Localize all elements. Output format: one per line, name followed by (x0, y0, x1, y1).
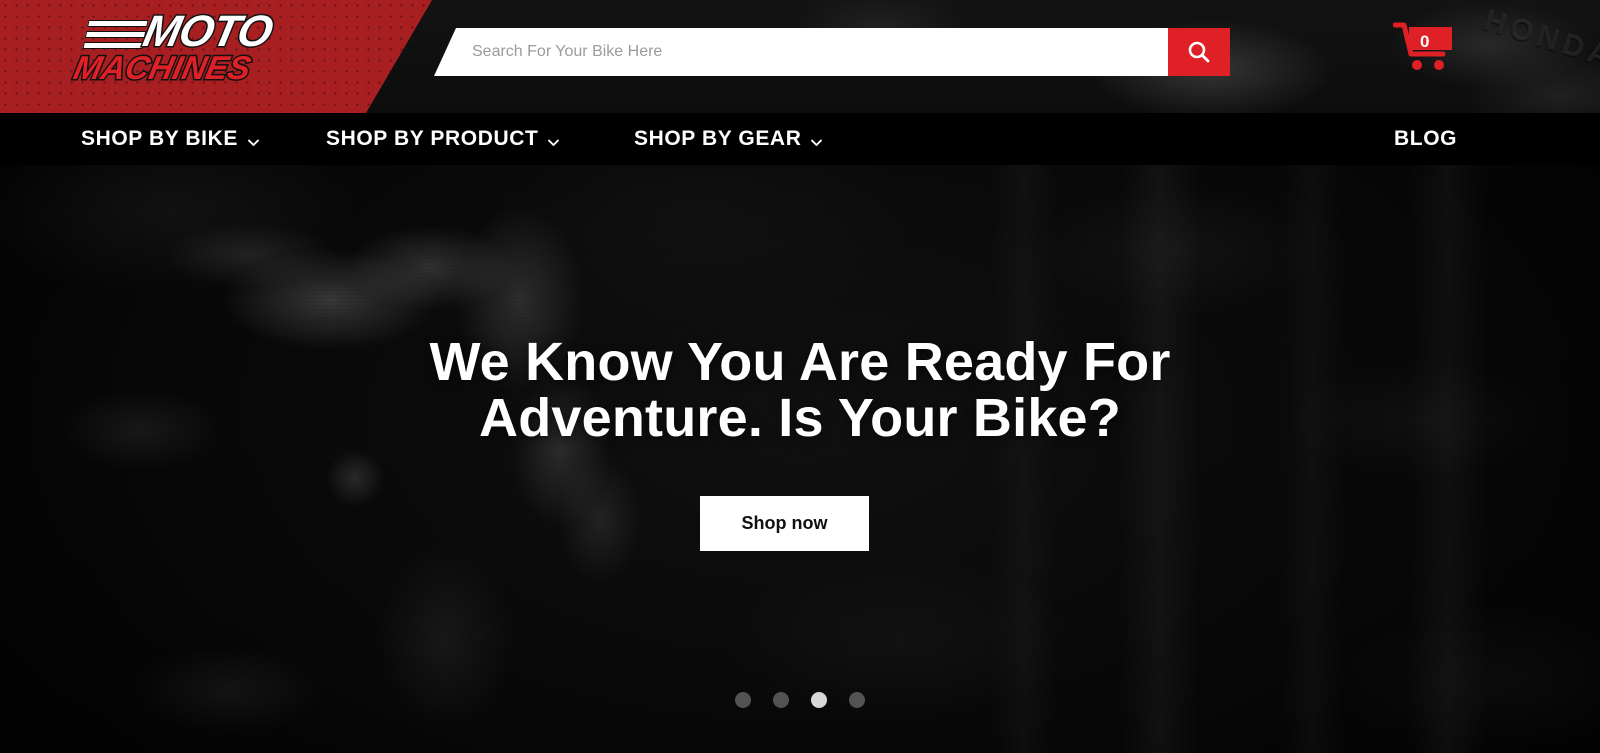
search-icon (1188, 41, 1210, 63)
hero-headline-line-2: Adventure. Is Your Bike? (479, 388, 1121, 448)
nav-label-shop-by-bike: SHOP BY BIKE (81, 127, 238, 150)
carousel-dot-1[interactable] (735, 692, 751, 708)
nav-label-shop-by-product: SHOP BY PRODUCT (326, 127, 539, 150)
cart-item-count: 0 (1420, 32, 1430, 51)
shop-now-button[interactable]: Shop now (700, 496, 869, 551)
chevron-down-icon (810, 131, 823, 146)
hero-headline: We Know You Are Ready For Adventure. Is … (0, 334, 1600, 446)
nav-item-shop-by-product[interactable]: SHOP BY PRODUCT (326, 127, 560, 151)
chevron-down-icon (547, 131, 560, 146)
site-logo[interactable]: MOTO MACHINES (69, 6, 326, 92)
nav-item-blog[interactable]: BLOG (1394, 127, 1457, 151)
logo-text-machines: MACHINES (69, 48, 256, 88)
chevron-down-icon (247, 131, 260, 146)
hero-headline-line-1: We Know You Are Ready For (429, 332, 1171, 392)
nav-label-shop-by-gear: SHOP BY GEAR (634, 127, 802, 150)
main-navigation: SHOP BY BIKE SHOP BY PRODUCT SHOP BY GEA… (0, 113, 1600, 165)
cart-button[interactable]: 0 (1392, 20, 1455, 76)
nav-item-shop-by-gear[interactable]: SHOP BY GEAR (634, 127, 823, 151)
carousel-dots (0, 692, 1600, 708)
carousel-dot-2[interactable] (773, 692, 789, 708)
page-root: HONDA MOTO MACHINES Search For Your Bike… (0, 0, 1600, 753)
carousel-dot-4[interactable] (849, 692, 865, 708)
nav-item-shop-by-bike[interactable]: SHOP BY BIKE (81, 127, 260, 151)
search-bar (434, 28, 1234, 76)
nav-label-blog: BLOG (1394, 127, 1458, 150)
search-input[interactable] (472, 28, 1132, 76)
search-submit-button[interactable] (1168, 28, 1230, 76)
carousel-dot-3[interactable] (811, 692, 827, 708)
site-header: HONDA MOTO MACHINES Search For Your Bike… (0, 0, 1600, 113)
